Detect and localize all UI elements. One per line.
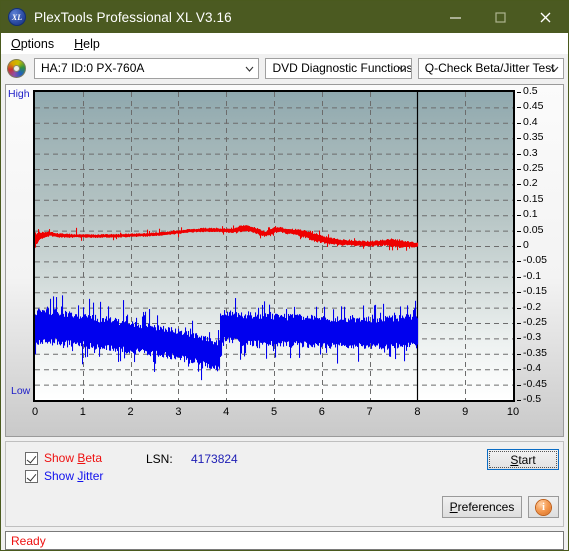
chevron-down-icon (245, 66, 254, 72)
functions-select-value: DVD Diagnostic Functions (272, 61, 412, 75)
y-tick-label: 0.1 (523, 208, 538, 221)
lsn-label: LSN: (146, 452, 173, 466)
y-tick-mark (517, 199, 521, 201)
show-jitter-row[interactable]: Show Jitter (25, 469, 103, 483)
x-tick-label: 5 (270, 406, 278, 418)
close-button[interactable] (523, 1, 568, 33)
x-tick-label: 6 (318, 406, 325, 418)
test-select-value: Q-Check Beta/Jitter Test (424, 61, 555, 75)
status-wrapper: Ready (1, 527, 568, 550)
menu-item-options[interactable]: Options (7, 36, 63, 52)
y-tick-label: 0.4 (523, 115, 538, 128)
y-tick-mark (517, 107, 521, 109)
y-tick-label: 0.35 (523, 131, 544, 144)
x-tick-label: 4 (223, 406, 230, 418)
y-tick-mark (517, 369, 521, 371)
preferences-button[interactable]: Preferences (442, 496, 522, 518)
menu-item-help[interactable]: Help (70, 36, 109, 52)
x-tick-label: 2 (127, 406, 134, 418)
y-tick-mark (517, 246, 521, 247)
y-tick-mark (517, 384, 521, 386)
start-button-label: Start (510, 452, 536, 467)
y-tick-mark (517, 400, 521, 401)
x-tick-label: 1 (79, 406, 86, 418)
y-tick-label: -0.2 (523, 300, 542, 313)
y-tick-mark (517, 169, 521, 170)
disc-icon (7, 58, 26, 78)
y-tick-label: -0.35 (523, 346, 547, 359)
y-tick-label: -0.25 (523, 316, 547, 328)
x-tick-label: 7 (366, 406, 373, 418)
info-button[interactable]: i (528, 496, 559, 518)
plot-wrapper (33, 90, 515, 402)
y-tick-label: 0.5 (523, 85, 538, 97)
window-title: PlexTools Professional XL V3.16 (34, 9, 232, 25)
start-button[interactable]: Start (487, 449, 559, 470)
y-tick-mark (517, 122, 521, 124)
plot-svg (35, 92, 513, 400)
axis-label-high: High (8, 88, 30, 100)
chart-panel: High Low 0.5 0.45 0.4 0.35 0.3 0.25 0.2 0.15 0.1… (5, 84, 564, 437)
y-tick-label: -0.45 (523, 377, 547, 390)
y-tick-mark (517, 276, 521, 278)
plot-area[interactable] (33, 90, 515, 402)
info-icon: i (536, 499, 551, 515)
minimize-button[interactable] (433, 1, 478, 33)
show-jitter-checkbox[interactable] (25, 469, 38, 483)
show-beta-row[interactable]: Show Beta (25, 451, 102, 465)
y-tick-label: -0.3 (523, 331, 542, 344)
y-tick-label: 0.25 (523, 162, 544, 174)
axis-label-low: Low (11, 385, 31, 397)
y-tick-label: 0 (523, 239, 529, 251)
y-tick-mark (517, 92, 521, 93)
y-tick-label: -0.15 (523, 285, 547, 298)
functions-select[interactable]: DVD Diagnostic Functions (265, 57, 412, 79)
y-tick-mark (517, 138, 521, 140)
y-tick-mark (517, 323, 521, 324)
menu-bar: Options Help (1, 33, 568, 54)
toolbar: HA:7 ID:0 PX-760A DVD Diagnostic Functio… (1, 54, 568, 82)
y-tick-label: -0.5 (523, 393, 542, 405)
test-select[interactable]: Q-Check Beta/Jitter Test (417, 57, 565, 79)
title-bar: XL PlexTools Professional XL V3.16 (1, 1, 568, 33)
window-controls (433, 1, 568, 33)
y-tick-label: 0.2 (523, 177, 538, 190)
lsn-value: 4173824 (191, 452, 238, 466)
preferences-button-label: Preferences (449, 500, 515, 514)
x-tick-label: 8 (414, 406, 421, 418)
x-tick-label: 0 (31, 406, 39, 418)
x-tick-label: 10 (506, 406, 520, 418)
status-text: Ready (11, 533, 46, 548)
application-window: XL PlexTools Professional XL V3.16 Optio… (0, 0, 569, 551)
show-jitter-label: Show Jitter (44, 469, 104, 483)
y-tick-mark (517, 153, 521, 155)
y-tick-label: 0.45 (523, 100, 544, 113)
y-tick-mark (517, 307, 521, 309)
chevron-down-icon (398, 66, 407, 72)
maximize-button[interactable] (478, 1, 523, 33)
app-logo-icon: XL (8, 8, 26, 26)
drive-select-value: HA:7 ID:0 PX-760A (41, 61, 145, 75)
y-tick-mark (517, 292, 521, 294)
y-tick-mark (517, 230, 521, 232)
chevron-down-icon (550, 66, 559, 72)
x-tick-label: 3 (175, 406, 182, 418)
y-tick-label: -0.05 (523, 254, 547, 267)
y-tick-label: 0.3 (523, 146, 538, 159)
y-tick-label: 0.05 (523, 223, 544, 236)
y-tick-mark (517, 215, 521, 217)
y-tick-label: -0.4 (523, 362, 542, 375)
show-beta-checkbox[interactable] (25, 451, 38, 465)
y-tick-label: -0.1 (523, 269, 542, 282)
y-tick-mark (517, 184, 521, 186)
y-tick-mark (517, 353, 521, 355)
controls-panel: Show Beta Show Jitter LSN: 4173824 Start… (5, 441, 564, 527)
y-tick-label: 0.15 (523, 192, 544, 205)
status-bar: Ready (5, 531, 564, 550)
drive-select[interactable]: HA:7 ID:0 PX-760A (34, 57, 260, 79)
x-tick-label: 9 (462, 406, 469, 418)
y-tick-mark (517, 261, 521, 263)
show-beta-label: Show Beta (44, 451, 103, 465)
y-tick-mark (517, 338, 521, 340)
